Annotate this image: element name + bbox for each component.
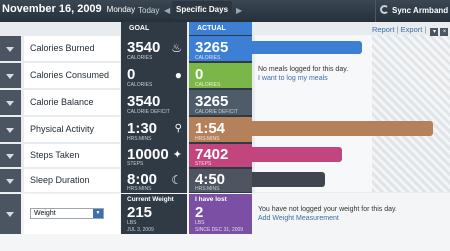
date-text: November 16, 2009 — [2, 3, 102, 15]
row-physical-activity: Physical Activity 1:30 HRS:MINS ⚲ 1:54 H… — [0, 116, 450, 143]
steps-bar — [252, 147, 342, 162]
actual-unit: CALORIES — [195, 82, 221, 88]
chevron-down-icon: ▼ — [93, 209, 103, 218]
current-weight-cell: Current Weight 215 LBS JUL 3, 2009 — [121, 194, 187, 234]
metric-select[interactable]: Weight ▼ — [30, 208, 104, 219]
prev-day-icon[interactable]: ◀ — [164, 6, 170, 15]
actual-unit: CALORIE DEFICIT — [195, 109, 238, 115]
goal-value: 3540 — [127, 93, 161, 110]
moon-icon: ☾ — [171, 173, 182, 187]
current-date: November 16, 2009 Monday — [2, 3, 135, 15]
toolbar-separator: | — [396, 25, 399, 34]
add-weight-link[interactable]: Add Weight Measurement — [258, 215, 339, 222]
current-weight-date: JUL 3, 2009 — [127, 227, 154, 233]
flame-icon: ♨ — [171, 41, 182, 55]
actual-cell: 3265 CALORIE DEFICIT — [189, 90, 252, 115]
actual-cell: 4:50 HRS:MINS — [189, 169, 252, 192]
goal-unit: CALORIE DEFICIT — [127, 109, 170, 115]
row-label: Calories Consumed — [24, 63, 120, 88]
goal-cell: 0 CALORIES ● — [121, 63, 187, 88]
current-weight-value: 215 — [127, 204, 153, 221]
actual-cell: 3265 CALORIES — [189, 36, 252, 61]
row-label: Calorie Balance — [24, 90, 120, 115]
expand-row-icon[interactable] — [0, 90, 21, 115]
actual-unit: CALORIES — [195, 55, 221, 61]
goal-unit: HRS:MINS — [127, 136, 152, 142]
goal-cell: 3540 CALORIES ♨ — [121, 36, 187, 61]
row-label: Sleep Duration — [24, 169, 120, 192]
calories-burned-bar — [252, 41, 362, 54]
weight-lost-cell: I have lost 2 LBS SINCE DEC 31, 2009 — [189, 194, 252, 234]
goal-cell: 3540 CALORIE DEFICIT — [121, 90, 187, 115]
current-weight-label: Current Weight — [127, 196, 174, 203]
apple-icon: ● — [174, 68, 182, 82]
actual-unit: HRS:MINS — [195, 186, 220, 192]
actual-unit: STEPS — [195, 161, 212, 167]
row-label: Steps Taken — [24, 144, 120, 167]
actual-unit: HRS:MINS — [195, 136, 220, 142]
metric-select-value: Weight — [34, 210, 56, 217]
goal-unit: CALORIES — [127, 55, 153, 61]
expand-row-icon[interactable] — [0, 117, 21, 142]
no-meals-message: No meals logged for this day. — [258, 66, 349, 73]
today-button[interactable]: Today — [138, 6, 159, 15]
goal-value: 3540 — [127, 39, 161, 56]
row-steps-taken: Steps Taken 10000 STEPS ✦ 7402 STEPS — [0, 143, 450, 168]
actual-cell: 1:54 HRS:MINS — [189, 117, 252, 142]
sync-icon — [380, 5, 389, 14]
expand-row-icon[interactable] — [0, 169, 21, 192]
divider — [375, 0, 376, 22]
actual-value: 0 — [195, 66, 204, 83]
top-bar: November 16, 2009 Monday Today ◀ Specific… — [0, 0, 450, 22]
actual-cell: 7402 STEPS — [189, 144, 252, 167]
actual-column-header: ACTUAL — [189, 22, 252, 35]
physical-activity-bar — [252, 121, 433, 136]
goal-column-header: GOAL — [129, 25, 150, 32]
no-weight-message: You have not logged your weight for this… — [258, 206, 397, 213]
runner-icon: ✦ — [172, 149, 182, 161]
lost-since: SINCE DEC 31, 2009 — [195, 227, 244, 233]
next-day-icon[interactable]: ▶ — [236, 6, 242, 15]
log-meals-link[interactable]: I want to log my meals — [258, 75, 328, 82]
actual-cell: 0 CALORIES — [189, 63, 252, 88]
actual-value: 1:54 — [195, 120, 226, 137]
expand-row-icon[interactable] — [0, 36, 21, 61]
goal-value: 0 — [127, 66, 136, 83]
row-label: Physical Activity — [24, 117, 120, 142]
day-of-week: Monday — [106, 5, 136, 14]
row-calorie-balance: Calorie Balance 3540 CALORIE DEFICIT 326… — [0, 89, 450, 116]
sleep-bar — [252, 172, 325, 187]
row-sleep-duration: Sleep Duration 8:00 HRS:MINS ☾ 4:50 HRS:… — [0, 168, 450, 193]
lost-unit: LBS — [195, 220, 205, 226]
expand-row-icon[interactable] — [0, 194, 21, 234]
goal-cell: 8:00 HRS:MINS ☾ — [121, 169, 187, 192]
bicycle-icon: ⚲ — [174, 123, 182, 134]
row-calories-burned: Calories Burned 3540 CALORIES ♨ 3265 CAL… — [0, 35, 450, 62]
goal-unit: STEPS — [127, 161, 144, 167]
expand-row-icon[interactable] — [0, 144, 21, 167]
goal-cell: 10000 STEPS ✦ — [121, 144, 187, 167]
row-calories-consumed: Calories Consumed 0 CALORIES ● 0 CALORIE… — [0, 62, 450, 89]
row-label: Calories Burned — [24, 36, 120, 61]
goal-unit: CALORIES — [127, 82, 153, 88]
lost-label: I have lost — [195, 196, 227, 203]
specific-days-button[interactable]: Specific Days — [172, 1, 232, 19]
goal-value: 1:30 — [127, 120, 158, 137]
sync-label: Sync Armband — [392, 6, 449, 15]
export-link[interactable]: Export — [401, 25, 423, 34]
lost-value: 2 — [195, 204, 204, 221]
goal-cell: 1:30 HRS:MINS ⚲ — [121, 117, 187, 142]
report-link[interactable]: Report — [372, 25, 395, 34]
expand-row-icon[interactable] — [0, 63, 21, 88]
toolbar-separator-2: | — [424, 25, 427, 34]
sync-armband-button[interactable]: Sync Armband — [380, 5, 448, 15]
actual-value: 3265 — [195, 93, 229, 110]
actual-value: 3265 — [195, 39, 229, 56]
current-weight-unit: LBS — [127, 220, 137, 226]
goal-unit: HRS:MINS — [127, 186, 152, 192]
